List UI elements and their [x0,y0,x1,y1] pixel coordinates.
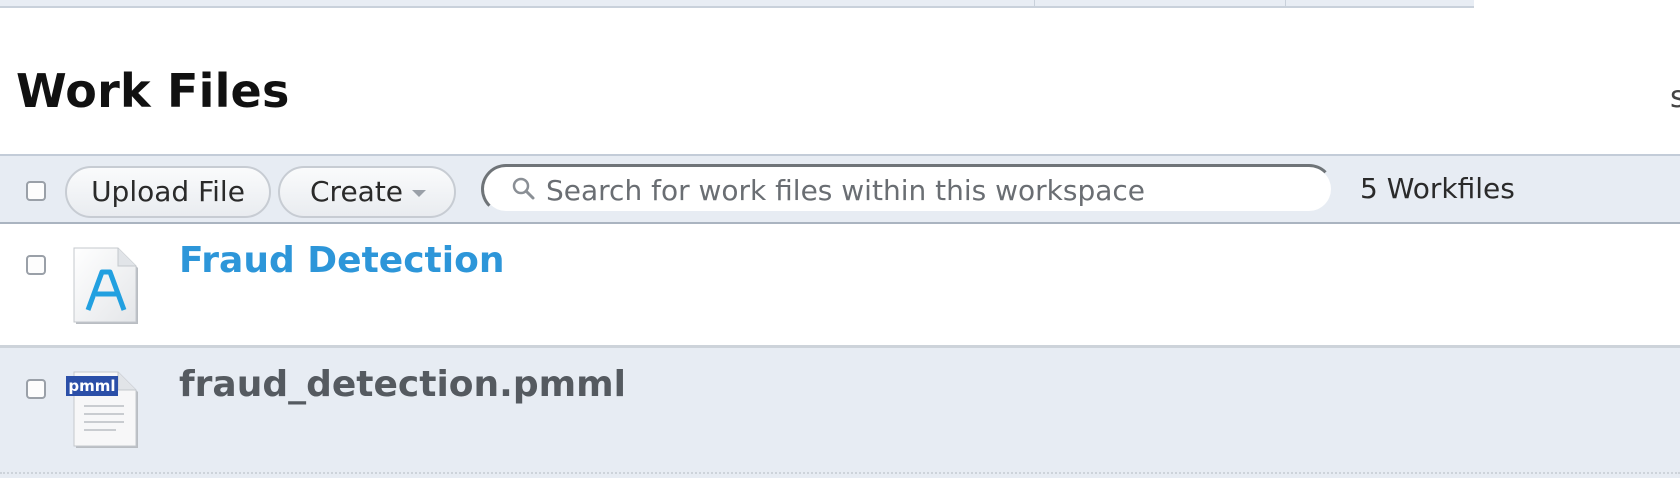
workfile-count: 5 Workfiles [1360,172,1515,205]
file-name-link[interactable]: Fraud Detection [179,240,504,281]
column-divider [1285,0,1286,6]
workfile-row[interactable]: pmml fraud_detection.pmml [0,348,1680,478]
pmml-file-icon: pmml [66,371,138,448]
create-label: Create [310,175,404,208]
alpine-workflow-icon [73,247,138,324]
row-checkbox[interactable] [26,379,46,399]
select-all-checkbox[interactable] [26,181,46,201]
file-name-link[interactable]: fraud_detection.pmml [179,364,626,405]
chevron-down-icon [412,190,426,197]
create-dropdown-button[interactable]: Create [278,166,456,218]
search-box[interactable] [481,164,1334,214]
page-title: Work Files [16,64,290,118]
upload-file-button[interactable]: Upload File [65,166,271,218]
column-divider [1034,0,1035,6]
search-icon [512,177,535,200]
clipped-edge-text: s [1670,80,1680,115]
pmml-badge: pmml [68,377,115,395]
top-table-strip [0,0,1474,8]
row-separator [0,472,1680,474]
row-checkbox[interactable] [26,255,46,275]
search-input[interactable] [544,167,1308,213]
workfiles-toolbar: Upload File Create 5 Workfiles [0,154,1680,224]
workfile-row[interactable]: Fraud Detection [0,224,1680,348]
